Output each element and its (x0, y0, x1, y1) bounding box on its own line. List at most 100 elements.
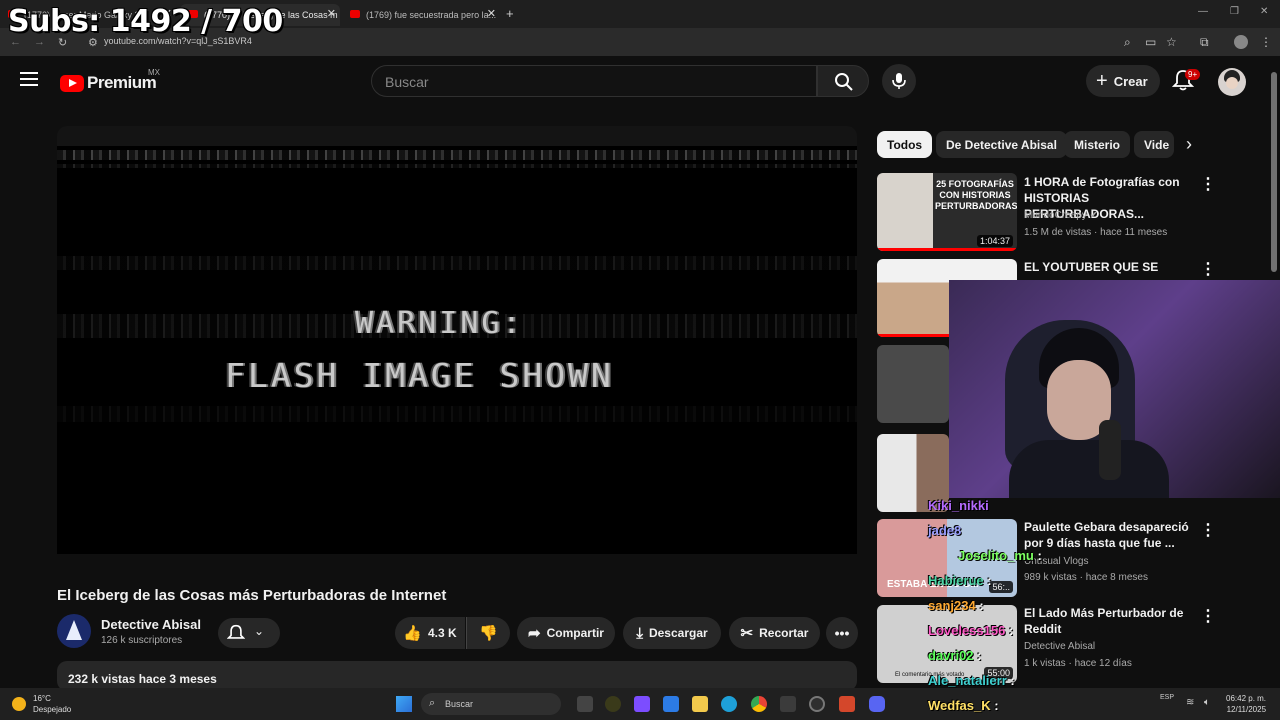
more-vert-icon[interactable]: ⋮ (1200, 259, 1216, 279)
download-icon: ⤓ (636, 624, 643, 642)
search-icon: ⌕ (429, 697, 436, 709)
wifi-icon[interactable]: ≋ (1186, 697, 1194, 708)
new-tab-icon[interactable]: + (506, 6, 514, 21)
tab-secuestrada[interactable]: (1769) fue secuestrada pero la... ✕ (342, 4, 500, 26)
chip-label: Vide (1144, 137, 1170, 152)
more-actions-button[interactable]: ••• (826, 617, 858, 649)
video-title: El Iceberg de las Cosas más Perturbadora… (57, 587, 447, 604)
duration-badge: 56:.. (989, 581, 1013, 593)
close-tab-icon[interactable]: ✕ (487, 7, 496, 20)
recommendation-channel[interactable]: MundoCreepy ✔ (1024, 210, 1098, 221)
youtube-header: Premium MX Buscar + Crear 9+ (0, 56, 1280, 108)
watch-progress-bar (877, 248, 1017, 251)
store-icon[interactable] (663, 696, 679, 712)
windows-taskbar: 16°C Despejado ⌕ Buscar Wedfas_K : ESP ≋… (0, 688, 1280, 720)
copilot-icon[interactable] (634, 696, 650, 712)
chip-label: De Detective Abisal (946, 137, 1057, 152)
scissors-icon: ✂ (740, 625, 754, 642)
app-icon[interactable] (839, 696, 855, 712)
more-vert-icon[interactable]: ⋮ (1200, 520, 1216, 540)
share-button[interactable]: ➦ Compartir (517, 617, 615, 649)
download-button[interactable]: ⤓ Descargar (623, 617, 721, 649)
search-input[interactable]: Buscar (371, 65, 817, 97)
youtube-premium-logo[interactable]: Premium MX (60, 68, 160, 93)
recommendation-channel[interactable]: Detective Abisal (1024, 641, 1095, 652)
app-icon[interactable] (780, 696, 796, 712)
account-avatar[interactable] (1218, 68, 1246, 96)
close-tab-icon[interactable]: ✕ (327, 7, 336, 20)
chip-videos[interactable]: Vide (1134, 131, 1174, 158)
cast-icon[interactable]: ▭ (1145, 35, 1156, 49)
clip-label: Recortar (759, 626, 809, 640)
minimize-icon[interactable]: — (1198, 6, 1208, 17)
chat-username: Habierue (928, 573, 984, 588)
page-scrollbar[interactable] (1271, 72, 1277, 272)
app-icon[interactable] (809, 696, 825, 712)
extensions-icon[interactable]: ⧉ (1200, 35, 1209, 50)
recommendation-thumbnail[interactable]: 25 FOTOGRAFÍAS CON HISTORIAS PERTURBADOR… (877, 173, 1017, 251)
chat-username: Joselito_mu (958, 548, 1034, 563)
youtube-favicon-icon (350, 10, 360, 18)
chip-misterio[interactable]: Misterio (1064, 131, 1131, 158)
language-indicator[interactable]: ESP (1160, 694, 1174, 701)
voice-search-button[interactable] (882, 64, 916, 98)
search-icon (835, 73, 853, 91)
chip-todos[interactable]: Todos (877, 131, 933, 158)
description-box[interactable]: 232 k vistas hace 3 meses (57, 661, 857, 691)
bookmark-star-icon[interactable]: ☆ (1166, 35, 1177, 49)
menu-icon[interactable] (20, 72, 38, 86)
like-button[interactable]: 👍 4.3 K (395, 617, 465, 649)
more-vert-icon[interactable]: ⋮ (1200, 606, 1216, 626)
channel-avatar[interactable] (57, 614, 91, 648)
subscription-notifications-button[interactable]: ⌄ (218, 618, 280, 648)
weather-moon-icon (12, 697, 26, 711)
file-explorer-icon[interactable] (692, 696, 708, 712)
views-and-date: 232 k vistas hace 3 meses (68, 672, 217, 686)
chevron-right-icon[interactable]: › (1186, 134, 1192, 155)
download-label: Descargar (648, 626, 708, 640)
browser-menu-icon[interactable]: ⋮ (1260, 35, 1272, 49)
streamer-shirt (1009, 440, 1169, 498)
channel-name[interactable]: Detective Abisal (101, 617, 201, 632)
thumbnail-text: 25 FOTOGRAFÍAS CON HISTORIAS PERTURBADOR… (935, 179, 1017, 211)
like-count: 4.3 K (428, 626, 457, 640)
search-button[interactable] (817, 65, 869, 97)
recommendation-thumbnail[interactable] (877, 345, 949, 423)
recommendation-meta: 989 k vistas · hace 8 meses (1024, 572, 1148, 583)
chrome-icon[interactable] (751, 696, 767, 712)
more-horizontal-icon: ••• (834, 625, 850, 641)
static-noise (57, 164, 857, 168)
recommendation-thumbnail[interactable]: El comentario más votado 55:00 (877, 605, 1017, 683)
chat-text: : (979, 598, 984, 613)
close-window-icon[interactable]: ✕ (1260, 6, 1268, 17)
clip-button[interactable]: ✂ Recortar (729, 617, 820, 649)
profile-icon[interactable] (1234, 35, 1248, 49)
video-player[interactable]: WARNING: FLASH IMAGE SHOWN (57, 146, 857, 554)
brand-label: Premium (87, 73, 157, 92)
recommendation-title[interactable]: Paulette Gebara desapareció por 9 días h… (1024, 519, 1196, 551)
create-button[interactable]: + Crear (1086, 65, 1160, 97)
weather-condition: Despejado (33, 705, 72, 714)
edge-icon[interactable] (721, 696, 737, 712)
chat-text: : (1008, 623, 1014, 638)
dislike-button[interactable]: 👎 (466, 617, 510, 649)
widgets-icon[interactable] (605, 696, 621, 712)
windows-start-icon[interactable] (396, 696, 412, 712)
task-view-icon[interactable] (577, 696, 593, 712)
system-clock[interactable]: 06:42 p. m. 12/11/2025 (1226, 693, 1266, 715)
thumbs-up-icon: 👍 (403, 625, 422, 642)
chip-label: Todos (887, 137, 923, 152)
taskbar-search[interactable]: ⌕ Buscar (421, 693, 561, 715)
clock-date: 12/11/2025 (1226, 705, 1267, 714)
chip-detective-abisal[interactable]: De Detective Abisal (936, 131, 1067, 158)
recommendation-title[interactable]: El Lado Más Perturbador de Reddit (1024, 605, 1196, 637)
discord-icon[interactable] (869, 696, 885, 712)
chat-username: Ale_natalierr (928, 673, 1007, 688)
chat-text: : (977, 648, 982, 663)
zoom-icon[interactable]: ⌕ (1124, 35, 1131, 50)
volume-icon[interactable]: 🔈︎ (1204, 697, 1210, 708)
recommendation-title[interactable]: EL YOUTUBER QUE SE (1024, 259, 1196, 275)
thumbs-down-icon: 👎 (479, 625, 498, 642)
more-vert-icon[interactable]: ⋮ (1200, 174, 1216, 194)
maximize-icon[interactable]: ❐ (1230, 6, 1239, 17)
